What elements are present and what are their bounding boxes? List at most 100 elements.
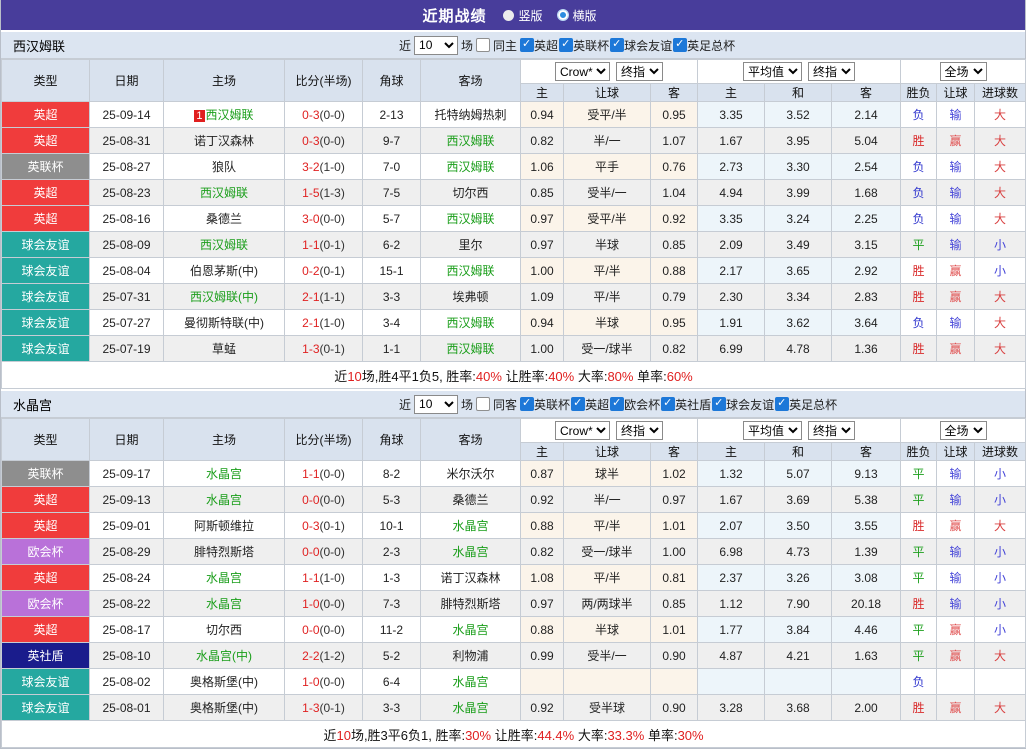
home-team-name: 诺丁汉森林 — [193, 134, 254, 148]
league-checkbox[interactable] — [559, 37, 574, 52]
league-checkbox[interactable] — [610, 396, 625, 411]
average-select[interactable]: 平均值 — [743, 62, 803, 81]
result-goals — [974, 668, 1026, 695]
result-handicap: 输 — [936, 486, 976, 513]
handicap-line: 受平/半 — [563, 205, 651, 232]
league-checkbox[interactable] — [571, 396, 586, 411]
away-team-name: 诺丁汉森林 — [440, 571, 501, 585]
away-team-name: 西汉姆联 — [446, 342, 495, 356]
league-checkbox[interactable] — [661, 396, 676, 411]
let-odds-home: 0.88 — [520, 512, 564, 539]
stat-label: 单率: — [644, 727, 678, 743]
match-row: 英超 25-08-24 水晶宫 1-1(1-0) 1-3 诺丁汉森林 1.08 平/半 0.81… — [1, 564, 1026, 591]
team-name: 水晶宫 — [13, 397, 53, 413]
result-goals: 小 — [974, 564, 1026, 591]
filter-controls: 近 10 场 同主 英超英联杯球会友谊英足总杯 — [399, 32, 739, 58]
halftime-score: (0-0) — [319, 211, 345, 226]
average-select[interactable]: 平均值 — [743, 421, 803, 440]
avg-odds-away — [831, 668, 902, 695]
home-team-name: 西汉姆联 — [199, 186, 248, 200]
avg-odds-draw: 3.52 — [764, 101, 833, 128]
score-cell: 2-1(1-0) — [284, 309, 363, 336]
fulltime-score: 1-0 — [302, 596, 320, 611]
stat-label: 单率: — [633, 368, 667, 384]
match-date: 25-08-23 — [89, 179, 164, 206]
final-odds-select-2[interactable]: 终指 — [808, 421, 856, 440]
avg-odds-draw: 3.26 — [764, 564, 833, 591]
final-odds-select[interactable]: 终指 — [616, 62, 663, 81]
away-team-cell: 西汉姆联 — [420, 153, 521, 180]
result-handicap: 赢 — [936, 616, 976, 643]
away-team-name: 桑德兰 — [452, 493, 489, 507]
avg-odds-draw: 5.07 — [764, 460, 833, 487]
final-odds-select[interactable]: 终指 — [616, 421, 663, 440]
avg-odds-home — [697, 668, 766, 695]
league-badge: 英超 — [1, 512, 90, 539]
league-checkbox-label: 英超 — [585, 397, 610, 412]
bookmaker-select[interactable]: Crow* — [555, 421, 610, 440]
bookmaker-select[interactable]: Crow* — [555, 62, 610, 81]
away-team-name: 水晶宫 — [452, 545, 489, 559]
result-outcome: 平 — [900, 538, 938, 565]
fulltime-score: 0-0 — [302, 622, 320, 637]
match-row: 球会友谊 25-08-04 伯恩茅斯(中) 0-2(0-1) 15-1 西汉姆联 1.00 平… — [1, 257, 1026, 284]
scope-select[interactable]: 全场 — [939, 421, 987, 440]
league-checkbox[interactable] — [712, 396, 727, 411]
score-cell: 1-5(1-3) — [284, 179, 363, 206]
let-odds-home: 0.97 — [520, 231, 564, 258]
league-badge: 球会友谊 — [1, 668, 90, 695]
halftime-score: (0-0) — [319, 133, 345, 148]
result-goals: 小 — [974, 257, 1026, 284]
result-outcome: 胜 — [900, 257, 938, 284]
recent-count-select[interactable]: 10 — [414, 394, 459, 414]
same-venue-checkbox[interactable] — [476, 38, 491, 52]
home-team-cell: 草蜢 — [163, 335, 285, 362]
league-checkbox[interactable] — [610, 37, 625, 52]
team-name: 西汉姆联 — [13, 38, 66, 54]
league-checkbox[interactable] — [520, 396, 535, 411]
final-odds-select-2[interactable]: 终指 — [808, 62, 856, 81]
avg-odds-draw: 7.90 — [764, 590, 833, 617]
average-odds-selects: 平均值 终指 — [697, 418, 902, 443]
home-team-name: 切尔西 — [205, 623, 242, 637]
away-team-name: 水晶宫 — [452, 519, 489, 533]
league-badge: 球会友谊 — [1, 283, 90, 310]
match-date: 25-08-04 — [89, 257, 164, 284]
let-odds-away: 0.97 — [649, 486, 699, 513]
radio-unchecked-icon[interactable] — [503, 9, 515, 21]
match-row: 英超 25-09-14 1 西汉姆联 0-3(0-0) 2-13 托特纳姆热刺 0.94 受平/… — [1, 101, 1026, 128]
avg-odds-draw: 3.62 — [764, 309, 833, 336]
home-team-name: 奥格斯堡(中) — [190, 675, 258, 689]
radio-checked-icon[interactable] — [556, 9, 569, 21]
layout-radio-horizontal[interactable]: 横版 — [556, 7, 597, 24]
corner-score: 1-1 — [362, 335, 421, 362]
stat-value: 30% — [465, 727, 492, 743]
fulltime-score: 1-1 — [302, 570, 320, 585]
page-title: 近期战绩 — [422, 7, 487, 25]
same-venue-checkbox[interactable] — [476, 397, 491, 411]
handicap-line: 两/两球半 — [563, 590, 651, 617]
home-team-name: 奥格斯堡(中) — [190, 701, 258, 715]
score-cell: 1-1(0-1) — [284, 231, 363, 258]
handicap-line: 受半/一 — [563, 179, 651, 206]
home-team-cell: 西汉姆联 — [163, 179, 285, 206]
handicap-line: 平/半 — [563, 512, 651, 539]
result-handicap — [936, 668, 976, 695]
stat-value: 40% — [475, 368, 502, 384]
league-checkbox[interactable] — [775, 396, 790, 411]
let-odds-home: 0.88 — [520, 616, 564, 643]
halftime-score: (0-0) — [319, 466, 345, 481]
result-handicap: 输 — [936, 179, 976, 206]
league-checkbox[interactable] — [673, 37, 688, 52]
away-team-cell: 西汉姆联 — [420, 257, 521, 284]
handicap-line: 球半 — [563, 460, 651, 487]
league-checkbox[interactable] — [520, 37, 535, 52]
scope-select[interactable]: 全场 — [939, 62, 987, 81]
corner-score: 7-5 — [362, 179, 421, 206]
home-team-cell: 阿斯顿维拉 — [163, 512, 285, 539]
layout-radio-vertical[interactable]: 竖版 — [503, 7, 543, 24]
result-handicap: 赢 — [936, 642, 976, 669]
recent-count-select[interactable]: 10 — [414, 35, 459, 55]
away-team-name: 切尔西 — [452, 186, 489, 200]
match-row: 英社盾 25-08-10 水晶宫(中) 2-2(1-2) 5-2 利物浦 0.99 受半/一 0… — [1, 642, 1026, 669]
